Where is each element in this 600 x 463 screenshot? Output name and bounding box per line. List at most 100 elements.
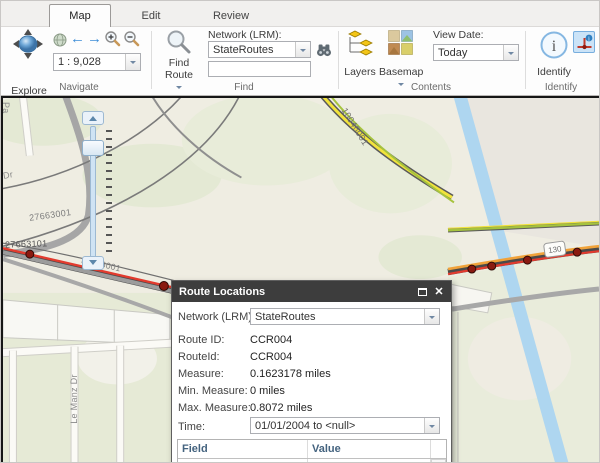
scroll-up-button[interactable]	[431, 459, 446, 463]
tab-edit-label: Edit	[142, 10, 161, 22]
field-value: CCR004	[250, 351, 292, 363]
table-scrollbar[interactable]	[431, 459, 446, 463]
map-label-street: Le Manz Dr	[69, 366, 79, 432]
identify-icon: i	[539, 30, 569, 60]
map-viewport[interactable]: 130 27663001 27663101 27126001 10046001 …	[1, 96, 600, 463]
zoom-slider-up-button[interactable]	[82, 111, 104, 125]
group-separator	[151, 31, 152, 89]
globe-button[interactable]	[53, 33, 67, 47]
route-shield: 130	[544, 241, 567, 258]
network-lrm-combobox[interactable]: StateRoutes	[208, 41, 311, 58]
dialog-titlebar[interactable]: Route Locations	[172, 281, 451, 302]
scale-dropdown-button[interactable]	[125, 54, 140, 70]
group-separator	[525, 31, 526, 89]
find-route-label-2: Route	[161, 69, 197, 81]
map-label-route: 27663101	[5, 238, 48, 249]
table-cell-field: OBJECTID	[178, 459, 308, 463]
field-value: 0.8072 miles	[250, 402, 312, 414]
triangle-up-icon	[89, 112, 97, 121]
field-value: CCR004	[250, 334, 292, 346]
dialog-network-value: StateRoutes	[251, 311, 424, 323]
dialog-network-label: Network (LRM):	[178, 311, 255, 323]
identify-route-locations-icon: i	[576, 34, 593, 51]
forward-arrow-button[interactable]: →	[87, 32, 102, 46]
tab-review-label: Review	[213, 10, 249, 22]
table-header-value: Value	[308, 440, 431, 458]
tab-review[interactable]: Review	[199, 4, 263, 27]
dialog-network-dropdown-button[interactable]	[424, 309, 439, 324]
svg-text:130: 130	[548, 244, 563, 255]
basemap-button[interactable]: Basemap	[379, 30, 423, 90]
close-icon: ✕	[434, 285, 443, 298]
table-row[interactable]: OBJECTID 2046	[178, 459, 446, 463]
app-window: Map Edit Review Explore	[0, 0, 600, 463]
table-cell-value: 2046	[308, 459, 431, 463]
route-locations-dialog: Route Locations ✕ Network (LRM): StateRo…	[171, 280, 452, 463]
zoom-slider-ticks	[106, 130, 112, 254]
layers-icon	[346, 30, 374, 56]
scale-combobox[interactable]: 1 : 9,028	[53, 53, 141, 71]
identify-button[interactable]: i Identify	[537, 30, 571, 86]
dialog-time-combobox[interactable]: 01/01/2004 to <null>	[250, 417, 440, 434]
back-arrow-button[interactable]: ←	[70, 32, 85, 46]
basemap-label: Basemap	[379, 66, 423, 78]
field-label: Route ID:	[178, 334, 224, 346]
view-date-dropdown-button[interactable]	[503, 45, 518, 60]
group-label-find: Find	[186, 82, 302, 93]
field-label: RouteId:	[178, 351, 220, 363]
group-separator	[338, 31, 339, 89]
network-lrm-value: StateRoutes	[209, 44, 295, 56]
zoom-slider-down-button[interactable]	[82, 256, 104, 270]
chevron-down-icon	[176, 86, 182, 92]
zoom-out-button[interactable]	[123, 30, 140, 48]
field-label: Max. Measure:	[178, 402, 251, 414]
view-date-combobox[interactable]: Today	[433, 44, 519, 61]
chevron-down-icon	[429, 316, 435, 322]
basemap-icon	[388, 30, 413, 55]
dialog-title: Route Locations	[179, 286, 265, 298]
field-value: 0 miles	[250, 385, 285, 397]
group-label-navigate: Navigate	[21, 82, 137, 93]
dialog-time-value: 01/01/2004 to <null>	[251, 420, 424, 432]
ribbon-tabbar: Map Edit Review	[1, 1, 600, 27]
tab-map[interactable]: Map	[49, 4, 111, 27]
maximize-button[interactable]	[415, 285, 429, 298]
find-route-button[interactable]: Find Route	[161, 29, 197, 89]
field-label: Measure:	[178, 368, 224, 380]
dialog-time-label: Time:	[178, 421, 205, 433]
dialog-time-dropdown-button[interactable]	[424, 418, 439, 433]
chevron-down-icon	[508, 52, 514, 58]
find-route-icon	[166, 29, 192, 55]
group-label-identify: Identify	[525, 82, 597, 93]
dialog-network-combobox[interactable]: StateRoutes	[250, 308, 440, 325]
binoculars-icon[interactable]	[316, 43, 332, 58]
maximize-icon	[418, 288, 427, 296]
attribute-table: Field Value OBJECTID 2046 FromDate 1/1/2…	[177, 439, 447, 463]
field-value: 0.1623178 miles	[250, 368, 331, 380]
table-header-row: Field Value	[178, 440, 446, 459]
explore-button[interactable]	[11, 29, 45, 61]
zoom-in-button[interactable]	[104, 30, 121, 48]
triangle-down-icon	[89, 260, 97, 269]
explore-icon	[11, 29, 45, 61]
zoom-slider-handle[interactable]	[82, 140, 104, 156]
find-route-label-1: Find	[161, 57, 197, 69]
tab-map-label: Map	[69, 10, 90, 22]
find-route-input[interactable]	[208, 61, 311, 77]
view-date-label: View Date:	[433, 29, 523, 41]
field-label: Min. Measure:	[178, 385, 248, 397]
identify-label: Identify	[534, 66, 574, 78]
table-header-field: Field	[178, 440, 308, 458]
layers-button[interactable]: Layers	[343, 30, 377, 86]
network-lrm-dropdown-button[interactable]	[295, 42, 310, 57]
identify-route-locations-button[interactable]: i	[573, 31, 595, 53]
tab-edit[interactable]: Edit	[121, 4, 181, 27]
chevron-down-icon	[300, 49, 306, 55]
view-date-value: Today	[434, 47, 503, 59]
close-button[interactable]: ✕	[432, 285, 446, 298]
chevron-down-icon	[130, 61, 136, 67]
map-label-street: Dr	[2, 169, 14, 181]
chevron-down-icon	[429, 425, 435, 431]
map-label-street: Pa	[1, 102, 11, 114]
network-lrm-label: Network (LRM):	[208, 29, 318, 41]
